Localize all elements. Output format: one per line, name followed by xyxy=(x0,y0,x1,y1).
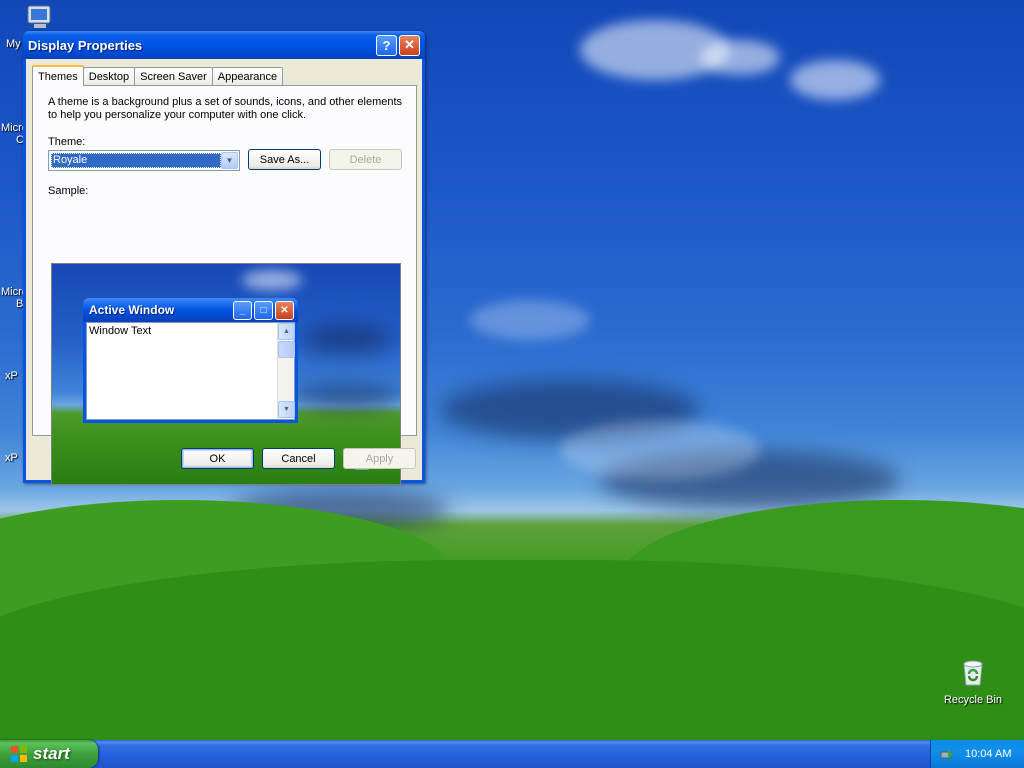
clock[interactable]: 10:04 AM xyxy=(965,748,1011,760)
tab-desktop[interactable]: Desktop xyxy=(82,67,136,85)
sample-scrollbar: ▲ ▼ xyxy=(277,323,295,419)
close-icon: ✕ xyxy=(275,300,294,320)
sample-window-text: Window Text xyxy=(89,325,152,337)
help-icon: ? xyxy=(382,37,391,53)
scroll-thumb xyxy=(278,341,295,358)
close-icon: ✕ xyxy=(404,37,415,52)
maximize-icon: □ xyxy=(254,300,273,320)
desktop-partial-label-1: My xyxy=(6,38,21,50)
taskbar: start 10:04 AM xyxy=(0,740,1024,768)
sample-window-title-bar: Active Window _ □ ✕ xyxy=(83,298,298,322)
tab-themes[interactable]: Themes xyxy=(32,65,84,86)
scroll-down-icon: ▼ xyxy=(278,401,295,418)
desktop-partial-label-6: xP xyxy=(5,370,18,382)
chevron-down-icon[interactable]: ▼ xyxy=(221,152,238,169)
ok-button[interactable]: OK xyxy=(181,448,254,469)
safely-remove-hardware-icon[interactable] xyxy=(939,746,955,762)
tab-appearance[interactable]: Appearance xyxy=(211,67,284,85)
save-as-button[interactable]: Save As... xyxy=(248,149,321,170)
theme-label: Theme: xyxy=(48,136,86,148)
themes-tab-panel: A theme is a background plus a set of so… xyxy=(32,85,417,485)
sample-window-title: Active Window xyxy=(89,303,175,317)
recycle-bin-desktop-icon[interactable]: Recycle Bin xyxy=(938,656,1008,706)
close-button[interactable]: ✕ xyxy=(399,34,420,56)
help-button[interactable]: ? xyxy=(376,34,397,56)
windows-logo-icon xyxy=(11,746,27,762)
theme-select[interactable]: Royale ▼ xyxy=(48,150,240,171)
scroll-up-icon: ▲ xyxy=(278,323,295,340)
system-tray: 10:04 AM xyxy=(930,740,1024,768)
dialog-title-bar[interactable]: Display Properties ? ✕ xyxy=(23,31,425,59)
start-button[interactable]: start xyxy=(0,740,98,768)
minimize-icon: _ xyxy=(233,300,252,320)
sample-label: Sample: xyxy=(48,185,89,197)
computer-icon xyxy=(27,5,51,28)
dialog-client-area: Themes Desktop Screen Saver Appearance A… xyxy=(26,59,422,485)
cancel-button[interactable]: Cancel xyxy=(262,448,335,469)
theme-select-value: Royale xyxy=(51,153,221,168)
sample-active-window: Active Window _ □ ✕ Window Text ▲ ▼ xyxy=(83,298,298,423)
recycle-bin-icon xyxy=(963,660,983,686)
sample-window-body: Window Text ▲ ▼ xyxy=(86,322,295,420)
tab-screen-saver[interactable]: Screen Saver xyxy=(134,67,213,85)
delete-button[interactable]: Delete xyxy=(329,149,402,170)
tab-strip: Themes Desktop Screen Saver Appearance xyxy=(32,65,284,86)
display-properties-dialog: Display Properties ? ✕ Themes Desktop Sc… xyxy=(23,31,425,485)
start-label: start xyxy=(33,744,70,763)
dialog-title: Display Properties xyxy=(28,37,143,53)
theme-description: A theme is a background plus a set of so… xyxy=(48,96,403,121)
apply-button[interactable]: Apply xyxy=(343,448,416,469)
desktop-partial-label-7: xP xyxy=(5,452,18,464)
recycle-bin-label: Recycle Bin xyxy=(943,694,1003,706)
